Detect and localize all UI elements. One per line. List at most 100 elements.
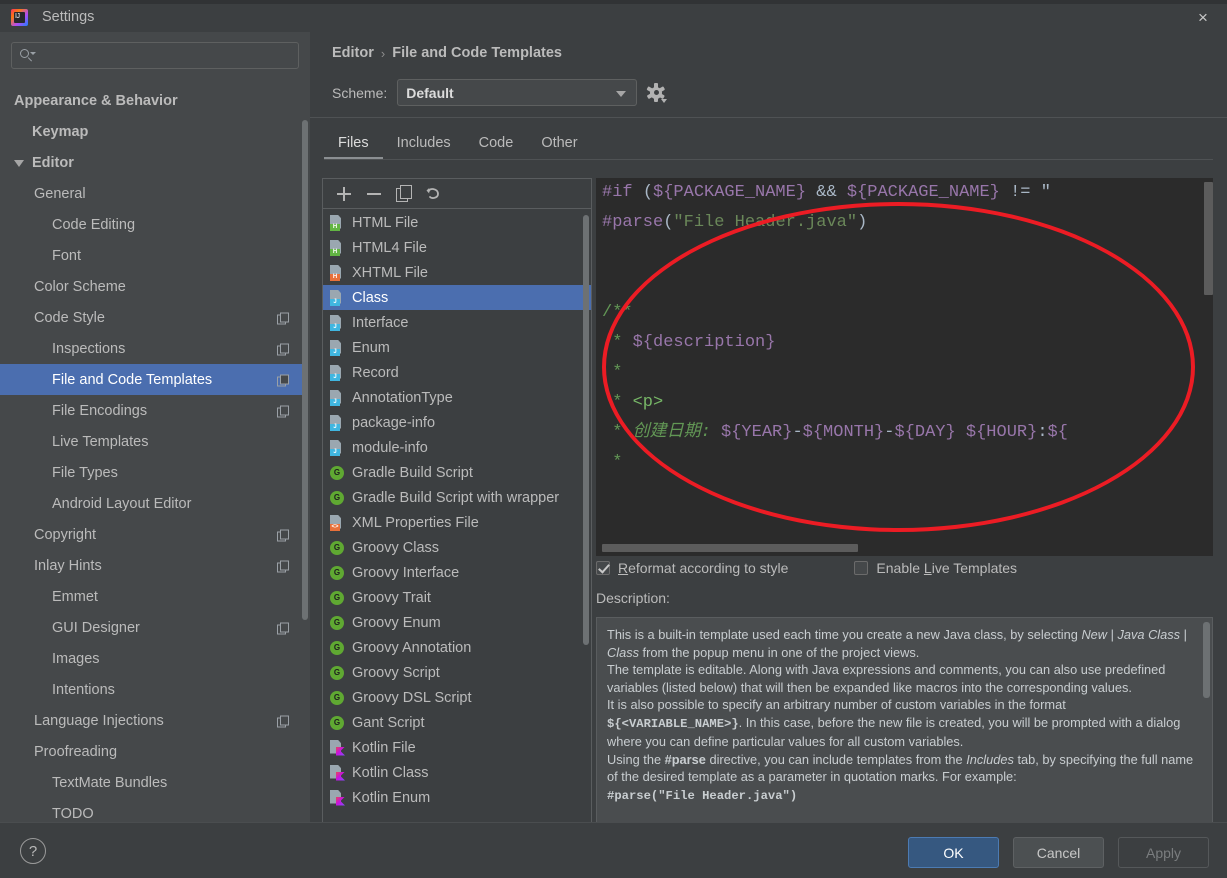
sidebar-item-general[interactable]: General [0, 178, 302, 209]
file-type-icon: J [329, 364, 345, 381]
sidebar-item-inspections[interactable]: Inspections [0, 333, 302, 364]
sidebar-item-android-layout-editor[interactable]: Android Layout Editor [0, 488, 302, 519]
sidebar-item-language-injections[interactable]: Language Injections [0, 705, 302, 736]
reformat-checkbox-box[interactable] [596, 561, 610, 575]
editor-vertical-scrollbar[interactable] [1204, 182, 1213, 295]
tab-other[interactable]: Other [527, 130, 591, 160]
template-list-item[interactable]: <> XML Properties File [323, 510, 591, 535]
remove-template-button[interactable] [361, 182, 387, 206]
sidebar-item-label: Inlay Hints [34, 557, 102, 574]
sidebar-item-code-editing[interactable]: Code Editing [0, 209, 302, 240]
sidebar-item-label: File Encodings [52, 402, 148, 419]
template-list-item[interactable]: J Enum [323, 335, 591, 360]
search-input[interactable] [34, 48, 298, 63]
editor-horizontal-scrollbar[interactable] [602, 544, 858, 552]
copy-template-button[interactable] [391, 182, 417, 206]
template-list-item[interactable]: G Groovy Class [323, 535, 591, 560]
sidebar-item-file-and-code-templates[interactable]: File and Code Templates [0, 364, 302, 395]
template-list-item[interactable]: G Groovy Script [323, 660, 591, 685]
template-list-item[interactable]: G Gradle Build Script with wrapper [323, 485, 591, 510]
search-wrapper [0, 32, 310, 69]
template-list-item[interactable]: Jpackage-info [323, 410, 591, 435]
template-list-item[interactable]: Jmodule-info [323, 435, 591, 460]
template-list-item-label: Gradle Build Script [352, 464, 473, 481]
description-paragraph: #parse("File Header.java") [607, 788, 798, 803]
search-box[interactable] [11, 42, 299, 69]
apply-button[interactable]: Apply [1118, 837, 1209, 868]
sidebar-item-appearance-behavior[interactable]: Appearance & Behavior [0, 85, 302, 116]
groovy-icon: G [329, 715, 345, 731]
sidebar-item-copyright[interactable]: Copyright [0, 519, 302, 550]
sidebar-item-editor[interactable]: Editor [0, 147, 302, 178]
template-list-item[interactable]: G Gradle Build Script [323, 460, 591, 485]
template-list-item[interactable]: G Groovy DSL Script [323, 685, 591, 710]
reset-template-button[interactable] [421, 182, 447, 206]
sidebar-item-gui-designer[interactable]: GUI Designer [0, 612, 302, 643]
sidebar-item-images[interactable]: Images [0, 643, 302, 674]
cancel-button[interactable]: Cancel [1013, 837, 1104, 868]
template-list-item[interactable]: G Gant Script [323, 710, 591, 735]
template-list-item-label: Groovy Script [352, 664, 440, 681]
sidebar-item-textmate-bundles[interactable]: TextMate Bundles [0, 767, 302, 798]
template-list-item-label: package-info [352, 414, 436, 431]
template-list-item[interactable]: G Groovy Trait [323, 585, 591, 610]
sidebar-item-file-encodings[interactable]: File Encodings [0, 395, 302, 426]
sidebar-item-label: Font [52, 247, 82, 264]
sidebar-item-emmet[interactable]: Emmet [0, 581, 302, 612]
sidebar-item-proofreading[interactable]: Proofreading [0, 736, 302, 767]
template-list-item[interactable]: J Interface [323, 310, 591, 335]
breadcrumb-parent[interactable]: Editor [332, 45, 374, 61]
template-list-item[interactable]: G Groovy Annotation [323, 635, 591, 660]
sidebar-item-label: Code Style [34, 309, 105, 326]
sidebar-item-code-style[interactable]: Code Style [0, 302, 302, 333]
editor-options: Reformat according to style Enable Live … [596, 560, 1017, 576]
sidebar-item-keymap[interactable]: Keymap [0, 116, 302, 147]
template-list-item-label: Class [352, 289, 389, 306]
template-list-item[interactable]: H HTML4 File [323, 235, 591, 260]
sidebar-item-color-scheme[interactable]: Color Scheme [0, 271, 302, 302]
template-list-item-label: Kotlin File [352, 739, 416, 756]
template-list-item[interactable]: J AnnotationType [323, 385, 591, 410]
sidebar-item-live-templates[interactable]: Live Templates [0, 426, 302, 457]
reformat-checkbox[interactable]: Reformat according to style [596, 560, 788, 576]
ok-button[interactable]: OK [908, 837, 999, 868]
tab-code[interactable]: Code [465, 130, 528, 160]
gear-icon[interactable] [647, 83, 668, 103]
live-templates-checkbox-box[interactable] [854, 561, 869, 575]
template-list-item[interactable]: J Record [323, 360, 591, 385]
sidebar-item-label: File and Code Templates [52, 371, 213, 388]
sidebar-item-todo[interactable]: TODO [0, 798, 302, 822]
sidebar-item-label: TODO [52, 805, 94, 822]
template-code-editor[interactable]: #if (${PACKAGE_NAME} && ${PACKAGE_NAME} … [596, 178, 1213, 556]
scheme-dropdown[interactable]: Default [397, 79, 638, 106]
template-list-item[interactable]: Kotlin Class [323, 760, 591, 785]
sidebar-item-intentions[interactable]: Intentions [0, 674, 302, 705]
sidebar-scrollbar[interactable] [302, 120, 308, 620]
chevron-down-icon[interactable] [14, 157, 26, 169]
template-list-item[interactable]: G Groovy Interface [323, 560, 591, 585]
help-button[interactable]: ? [20, 838, 46, 864]
template-list-item-label: module-info [352, 439, 428, 456]
description-scrollbar[interactable] [1203, 622, 1210, 698]
template-list-item[interactable]: G Groovy Enum [323, 610, 591, 635]
tab-files[interactable]: Files [324, 130, 383, 160]
sidebar-item-file-types[interactable]: File Types [0, 457, 302, 488]
live-templates-checkbox[interactable]: Enable Live Templates [854, 560, 1017, 576]
tab-includes[interactable]: Includes [383, 130, 465, 160]
sidebar-item-inlay-hints[interactable]: Inlay Hints [0, 550, 302, 581]
template-list-item[interactable]: H HTML File [323, 210, 591, 235]
template-list-item[interactable]: Kotlin Enum [323, 785, 591, 810]
template-list-scrollbar[interactable] [583, 215, 589, 645]
header-divider [310, 117, 1227, 118]
template-list-item[interactable]: J Class [323, 285, 591, 310]
template-list-item[interactable]: H XHTML File [323, 260, 591, 285]
file-type-icon: H [329, 239, 345, 256]
sidebar-item-font[interactable]: Font [0, 240, 302, 271]
add-template-button[interactable] [331, 182, 357, 206]
close-icon[interactable]: × [1189, 6, 1217, 28]
template-list-item[interactable]: Kotlin File [323, 735, 591, 760]
groovy-icon: G [329, 665, 345, 681]
